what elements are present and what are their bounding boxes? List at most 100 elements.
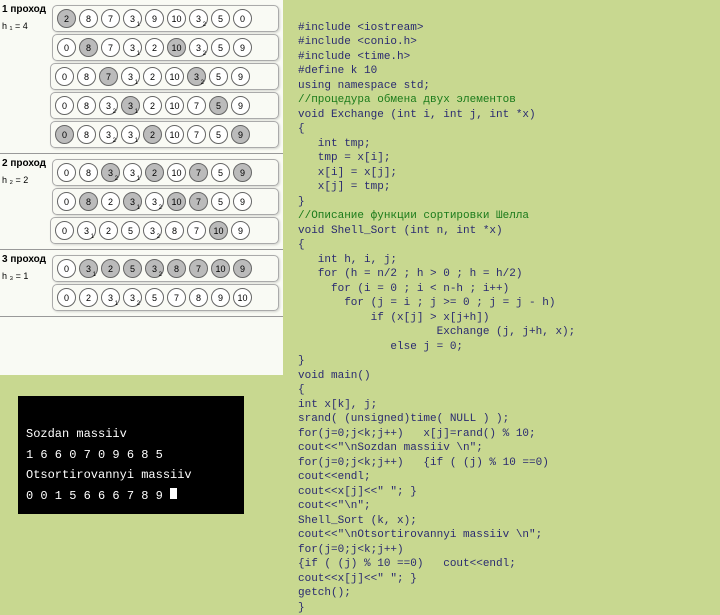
array-cell: 8: [77, 67, 96, 86]
array-cell: 7: [101, 38, 120, 57]
code-line: cout<<"\n";: [298, 500, 371, 512]
code-line: {: [298, 123, 305, 135]
array-cell: 0: [57, 38, 76, 57]
array-cell: 9: [211, 288, 230, 307]
array-cell: 0: [55, 125, 74, 144]
code-line: cout<<x[j]<<" "; }: [298, 486, 417, 498]
code-line: #include <time.h>: [298, 51, 410, 63]
array-cell: 0: [233, 9, 252, 28]
array-cell: 8: [79, 192, 98, 211]
code-comment: //процедура обмена двух элементов: [298, 94, 516, 106]
console-line: Otsortirovannyi massiiv: [26, 468, 192, 482]
code-line: }: [298, 196, 305, 208]
array-cell: 7: [187, 96, 206, 115]
array-cell: 5: [123, 259, 142, 278]
array-cell: 0: [55, 221, 74, 240]
array-cell: 10: [167, 38, 186, 57]
array-cell: 2: [145, 163, 164, 182]
array-cell: 2: [101, 259, 120, 278]
code-line: for (i = 0 ; i < n-h ; i++): [298, 283, 509, 295]
array-cell: 32: [145, 259, 164, 278]
array-cell: 10: [165, 96, 184, 115]
array-cell: 9: [233, 38, 252, 57]
array-cell: 5: [211, 163, 230, 182]
array-cell: 8: [77, 96, 96, 115]
array-cell: 31: [123, 38, 142, 57]
code-line: {: [298, 239, 305, 251]
code-line: void Exchange (int i, int j, int *x): [298, 109, 536, 121]
array-cell: 2: [143, 67, 162, 86]
array-cell: 8: [79, 38, 98, 57]
array-cell: 7: [101, 9, 120, 28]
code-line: #include <iostream>: [298, 22, 423, 34]
code-line: int h, i, j;: [298, 254, 397, 266]
code-line: {if ( (j) % 10 ==0) cout<<endl;: [298, 558, 516, 570]
code-line: if (x[j] > x[j+h]): [298, 312, 489, 324]
code-line: }: [298, 355, 305, 367]
array-cell: 32: [143, 221, 162, 240]
array-cell: 9: [231, 96, 250, 115]
array-cell: 2: [79, 288, 98, 307]
code-line: #include <conio.h>: [298, 36, 417, 48]
code-line: else j = 0;: [298, 341, 463, 353]
array-cell: 8: [165, 221, 184, 240]
array-cell: 10: [167, 192, 186, 211]
code-line: int tmp;: [298, 138, 371, 150]
array-cell: 31: [123, 192, 142, 211]
array-cell: 8: [77, 125, 96, 144]
code-line: cout<<endl;: [298, 471, 371, 483]
array-cell: 31: [123, 163, 142, 182]
array-cell: 0: [55, 96, 74, 115]
code-line: using namespace std;: [298, 80, 430, 92]
array-cell: 8: [79, 9, 98, 28]
array-cell: 5: [209, 125, 228, 144]
array-cell: 32: [189, 38, 208, 57]
code-line: for(j=0;j<k;j++): [298, 544, 404, 556]
code-comment: //Описание функции сортировки Шелла: [298, 210, 529, 222]
array-cell: 0: [57, 259, 76, 278]
array-cell: 32: [99, 125, 118, 144]
console-output: Sozdan massiiv 1 6 6 0 7 0 9 6 8 5 Otsor…: [18, 396, 244, 514]
array-cell: 31: [123, 9, 142, 28]
array-cell: 5: [209, 67, 228, 86]
code-line: for(j=0;j<k;j++) {if ( (j) % 10 ==0): [298, 457, 549, 469]
console-line: 0 0 1 5 6 6 6 7 8 9: [26, 489, 170, 503]
array-cell: 9: [233, 259, 252, 278]
code-line: for (j = i ; j >= 0 ; j = j - h): [298, 297, 555, 309]
array-cell: 0: [57, 288, 76, 307]
array-cell: 7: [99, 67, 118, 86]
code-line: x[i] = x[j];: [298, 167, 397, 179]
array-cell: 9: [231, 67, 250, 86]
array-cell: 10: [165, 67, 184, 86]
array-cell: 9: [231, 221, 250, 240]
code-line: for(j=0;j<k;j++) x[j]=rand() % 10;: [298, 428, 536, 440]
code-line: cout<<"\nSozdan massiiv \n";: [298, 442, 483, 454]
array-cell: 9: [145, 9, 164, 28]
array-cell: 0: [57, 192, 76, 211]
array-cell: 31: [77, 221, 96, 240]
code-line: srand( (unsigned)time( NULL ) );: [298, 413, 509, 425]
array-cell: 10: [167, 163, 186, 182]
array-cell: 10: [211, 259, 230, 278]
array-cell: 0: [57, 163, 76, 182]
code-line: x[j] = tmp;: [298, 181, 390, 193]
array-cell: 0: [55, 67, 74, 86]
array-cell: 9: [233, 192, 252, 211]
console-line: Sozdan massiiv: [26, 427, 127, 441]
array-cell: 2: [101, 192, 120, 211]
array-cell: 32: [101, 163, 120, 182]
array-cell: 31: [79, 259, 98, 278]
array-cell: 7: [187, 221, 206, 240]
array-cell: 5: [211, 192, 230, 211]
array-cell: 2: [143, 125, 162, 144]
code-line: tmp = x[i];: [298, 152, 390, 164]
array-cell: 32: [99, 96, 118, 115]
array-cell: 31: [121, 67, 140, 86]
console-line: 1 6 6 0 7 0 9 6 8 5: [26, 448, 163, 462]
code-line: getch();: [298, 587, 351, 599]
array-cell: 8: [189, 288, 208, 307]
array-cell: 2: [145, 38, 164, 57]
array-cell: 9: [231, 125, 250, 144]
array-cell: 8: [167, 259, 186, 278]
code-line: cout<<x[j]<<" "; }: [298, 573, 417, 585]
